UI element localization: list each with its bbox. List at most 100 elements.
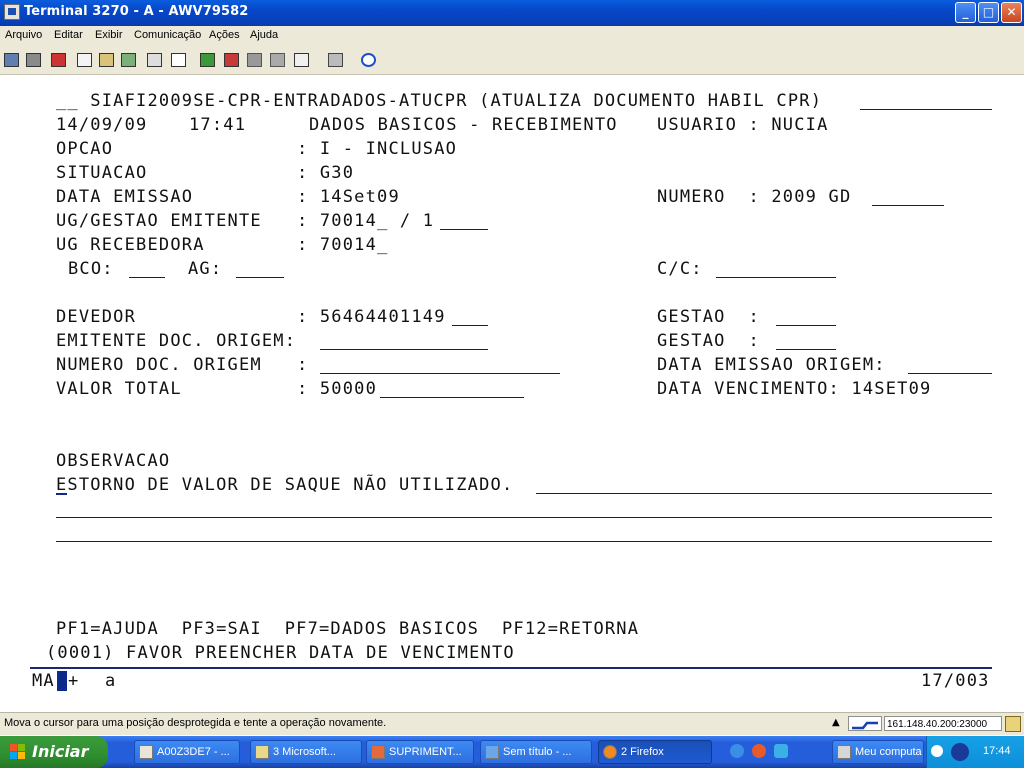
gestao-devedor-input[interactable] (776, 325, 836, 326)
windows-flag-icon (10, 744, 26, 760)
host-address: 161.148.40.200:23000 (884, 716, 1002, 731)
title-bar: Terminal 3270 - A - AWV79582 _ □ ✕ (0, 0, 1024, 26)
screen-date: 14/09/09 (56, 115, 148, 135)
start-button[interactable]: Iniciar (0, 736, 108, 768)
terminal-screen[interactable]: __ SIAFI2009SE-CPR-ENTRADADOS-ATUCPR (AT… (0, 75, 1024, 711)
start-label: Iniciar (32, 742, 89, 761)
close-button[interactable]: ✕ (1001, 2, 1022, 23)
ie-icon[interactable] (730, 744, 744, 758)
media-icon[interactable] (752, 744, 766, 758)
observacao-line-1[interactable] (536, 493, 992, 494)
gestao-emitente-doc-input[interactable] (776, 349, 836, 350)
print-screen-icon[interactable] (4, 53, 19, 67)
keypad-icon[interactable] (171, 53, 186, 67)
cassette-icon[interactable] (328, 53, 343, 67)
menu-arquivo[interactable]: Arquivo (5, 29, 42, 41)
bco-input[interactable] (129, 277, 165, 278)
data-emissao-origem-input[interactable] (908, 373, 992, 374)
taskbar-item-suprimento[interactable]: SUPRIMENT... (366, 740, 474, 764)
valor-total-value: : 50000 (297, 379, 378, 399)
menu-ajuda[interactable]: Ajuda (250, 29, 278, 41)
window-title: Terminal 3270 - A - AWV79582 (24, 4, 249, 19)
taskbar-item-terminal[interactable]: A00Z3DE7 - ... (134, 740, 240, 764)
up-arrow-icon[interactable]: ▲ (832, 717, 840, 728)
screen-header: __ SIAFI2009SE-CPR-ENTRADADOS-ATUCPR (AT… (56, 91, 823, 111)
send-file-icon[interactable] (200, 53, 215, 67)
pf-keys: PF1=AJUDA PF3=SAI PF7=DADOS BASICOS PF12… (56, 619, 640, 639)
numero-field: NUMERO : 2009 GD (657, 187, 852, 207)
cc-label: C/C: (657, 259, 703, 279)
menu-bar: Arquivo Editar Exibir Comunicação Ações … (0, 26, 1024, 46)
keyboard-icon[interactable] (294, 53, 309, 67)
valor-total-label: VALOR TOTAL (56, 379, 182, 399)
help-icon[interactable] (361, 53, 376, 67)
tray-chevron-icon[interactable] (931, 745, 943, 757)
maximize-button[interactable]: □ (978, 2, 999, 23)
disconnect-icon[interactable] (247, 53, 262, 67)
taskbar-item-firefox[interactable]: 2 Firefox (598, 740, 712, 764)
numero-doc-input[interactable] (320, 373, 560, 374)
header-underline (860, 109, 992, 110)
clock: 17:44 (983, 745, 1011, 757)
taskbar-item-meu-computador[interactable]: Meu computa (832, 740, 924, 764)
status-bar: Mova o cursor para uma posição desproteg… (0, 712, 1024, 735)
gestao-emitente-input[interactable] (440, 229, 488, 230)
print-icon[interactable] (26, 53, 41, 67)
observacao-text[interactable]: ESTORNO DE VALOR DE SAQUE NÃO UTILIZADO. (56, 475, 513, 495)
screen-user: USUARIO : NUCIA (657, 115, 829, 135)
situacao-label: SITUACAO (56, 163, 148, 183)
cc-input[interactable] (716, 277, 836, 278)
status-message: Mova o cursor para uma posição desproteg… (4, 717, 387, 729)
menu-acoes[interactable]: Ações (209, 29, 240, 41)
toolbar (0, 46, 1024, 75)
copy-icon[interactable] (77, 53, 92, 67)
taskbar-item-label: A00Z3DE7 - ... (157, 746, 230, 758)
devedor-input-rest[interactable] (452, 325, 488, 326)
settings-icon[interactable] (270, 53, 285, 67)
paste-icon[interactable] (99, 53, 114, 67)
taskbar-item-label: Sem título - ... (503, 746, 572, 758)
paint-icon (485, 745, 499, 759)
oia-plus: + (68, 671, 80, 691)
taskbar-item-label: SUPRIMENT... (389, 746, 462, 758)
valor-total-input-rest[interactable] (380, 397, 524, 398)
terminal-app-icon[interactable] (4, 4, 20, 20)
screen-time: 17:41 (189, 115, 247, 135)
numero-input[interactable] (872, 205, 944, 206)
observacao-line-2[interactable] (56, 517, 992, 518)
taskbar: Iniciar A00Z3DE7 - ... 3 Microsoft... SU… (0, 736, 1024, 768)
computer-icon (837, 745, 851, 759)
gestao-emitente-label: GESTAO : (657, 331, 760, 351)
taskbar-item-microsoft[interactable]: 3 Microsoft... (250, 740, 362, 764)
emitente-doc-label: EMITENTE DOC. ORIGEM: (56, 331, 297, 351)
ug-recebedora-label: UG RECEBEDORA (56, 235, 205, 255)
text-cursor (56, 493, 67, 495)
emissao-value: : 14Set09 (297, 187, 400, 207)
observacao-line-3[interactable] (56, 541, 992, 542)
macro-icon[interactable] (147, 53, 162, 67)
oia-a: a (105, 671, 117, 691)
receive-file-icon[interactable] (224, 53, 239, 67)
menu-editar[interactable]: Editar (54, 29, 83, 41)
emitente-doc-input[interactable] (320, 349, 488, 350)
numero-doc-colon: : (297, 355, 309, 375)
numero-doc-label: NUMERO DOC. ORIGEM (56, 355, 262, 375)
taskbar-item-label: Meu computa (855, 746, 922, 758)
taskbar-item-label: 3 Microsoft... (273, 746, 336, 758)
screen-subtitle: DADOS BASICOS - RECEBIMENTO (309, 115, 618, 135)
copy-append-icon[interactable] (121, 53, 136, 67)
outlook-express-icon[interactable] (774, 744, 788, 758)
taskbar-item-sem-titulo[interactable]: Sem título - ... (480, 740, 592, 764)
ag-input[interactable] (236, 277, 284, 278)
network-activity-icon[interactable] (951, 743, 969, 761)
minimize-button[interactable]: _ (955, 2, 976, 23)
ug-emitente-label: UG/GESTAO EMITENTE (56, 211, 262, 231)
taskbar-item-label: 2 Firefox (621, 746, 664, 758)
oia-separator (30, 667, 992, 669)
transfer-icon[interactable] (51, 53, 66, 67)
situacao-value: : G30 (297, 163, 355, 183)
menu-exibir[interactable]: Exibir (95, 29, 123, 41)
firefox-icon (603, 745, 617, 759)
menu-comunicacao[interactable]: Comunicação (134, 29, 201, 41)
oia-cursor-block (57, 671, 67, 691)
